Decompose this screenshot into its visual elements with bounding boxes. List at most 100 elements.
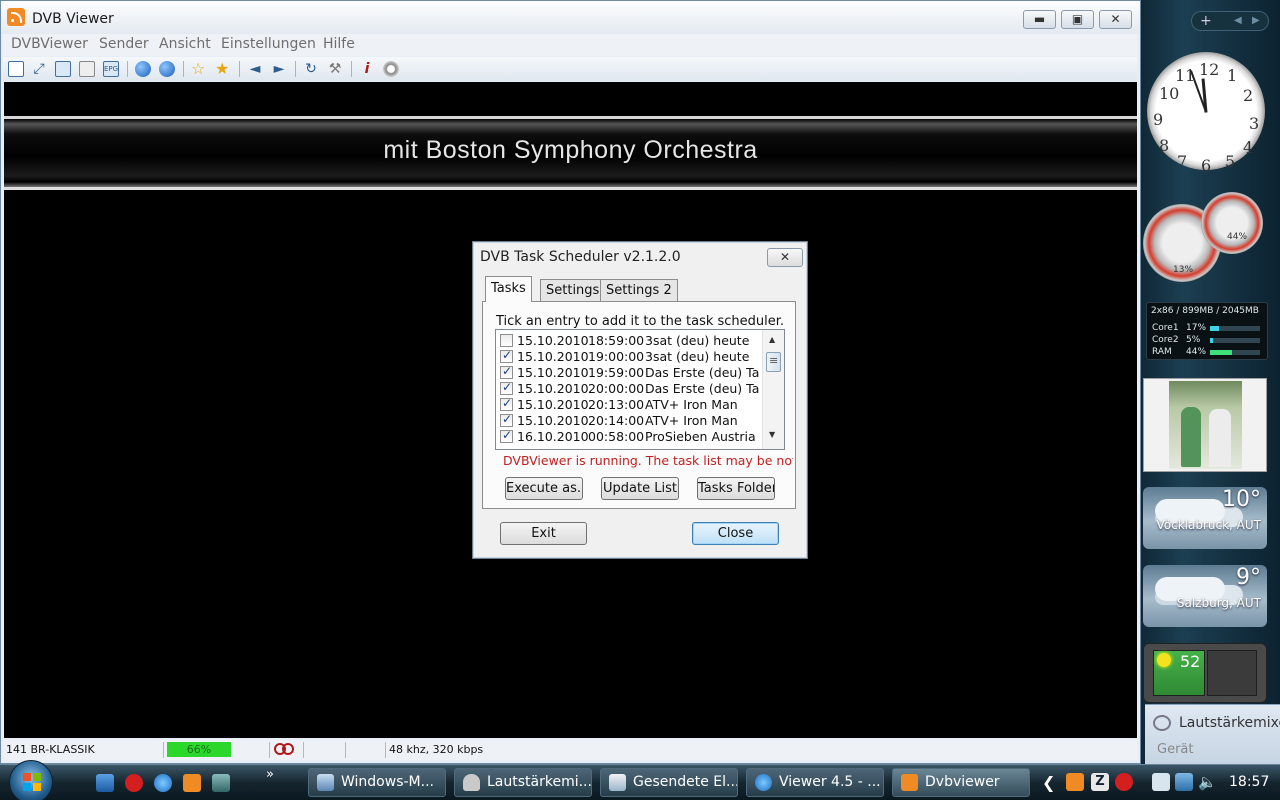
volume-mixer-label: Lautstärkemixer [1179,715,1280,731]
epg-icon[interactable]: EPG [103,61,119,77]
system-clock[interactable]: 18:57 [1229,774,1269,790]
tab-settings-2[interactable]: Settings 2 [600,279,678,301]
execute-as-button[interactable]: Execute as... [505,477,583,500]
task-checkbox[interactable] [500,348,513,363]
media-icon[interactable] [212,774,230,792]
menu-einstellungen[interactable]: Einstellungen [221,36,316,52]
slideshow-gadget[interactable] [1143,378,1267,472]
menu-dvbviewer[interactable]: DVBViewer [11,36,88,52]
meter-fill [1210,350,1232,355]
favorite-icon[interactable]: ☆ [191,61,207,77]
task-checkbox[interactable] [500,364,513,379]
cpu-gauge-value: 13% [1173,265,1194,275]
task-date: 15.10.2010 [517,349,589,364]
task-time: 18:59:00 [588,333,645,348]
dvbviewer-icon[interactable] [183,774,201,792]
meter-value: 44% [1186,347,1207,357]
volume-icon[interactable]: 🔈 [1198,773,1217,791]
ie-icon[interactable] [154,774,172,792]
previous-icon[interactable]: ◀ [1234,15,1242,26]
recorder-icon[interactable]: ↻ [303,61,319,77]
tasks-folder-button[interactable]: Tasks Folder [697,477,775,500]
antivirus-icon[interactable] [125,774,143,792]
clock-number: 7 [1177,152,1188,171]
fullscreen-icon[interactable] [8,61,24,77]
status-value: 52 [1180,652,1201,671]
task-checkbox[interactable] [500,334,513,347]
menu-sender[interactable]: Sender [99,36,149,52]
task-checkbox[interactable] [500,428,513,443]
task-checkbox[interactable] [500,412,513,427]
task-list-scrollbar[interactable]: ▲ ▼ [762,330,784,449]
tools-icon[interactable]: ⚒ [327,61,343,77]
scroll-down-icon[interactable]: ▼ [769,430,775,439]
tray-dvb-icon[interactable] [1066,773,1084,791]
toolbar-separator [183,61,184,77]
forward-icon[interactable] [159,61,175,77]
next-icon[interactable]: ▶ [1252,15,1260,26]
show-desktop-icon[interactable] [96,774,114,792]
minimize-button[interactable]: ▬ [1023,10,1056,29]
volume-up-icon[interactable]: ► [271,61,287,77]
scroll-up-icon[interactable]: ▲ [769,335,775,344]
taskbar-item-volume-mixer[interactable]: Lautstärkemi... [454,768,592,797]
title-bar[interactable]: DVB Viewer ▬ ▣ ✕ [1,1,1140,34]
add-gadget-icon[interactable]: + [1200,13,1212,29]
close-button[interactable]: ✕ [1099,10,1132,29]
toolbar-separator [127,61,128,77]
clock-number: 12 [1199,60,1220,79]
exit-button[interactable]: Exit [500,522,587,545]
tasks-panel: Tick an entry to add it to the task sche… [482,301,796,509]
sun-icon [1157,653,1171,667]
tray-antivirus-icon[interactable] [1115,773,1133,791]
osd-icon[interactable] [79,61,95,77]
taskbar-item-sent-items[interactable]: Gesendete El... [600,768,738,797]
start-button[interactable] [9,760,53,800]
close-dialog-button[interactable]: Close [692,522,779,545]
zoom-icon[interactable]: ⤢ [31,61,47,77]
task-chan: 3sat (deu) heute [645,349,750,364]
weather-gadget[interactable]: 10° Vöcklabruck, AUT [1143,487,1267,549]
tray-zip-icon[interactable]: Z [1091,773,1109,791]
taskbar-item-dvbviewer[interactable]: Dvbviewer [892,768,1030,797]
menu-hilfe[interactable]: Hilfe [323,36,355,52]
back-icon[interactable] [135,61,151,77]
task-date: 15.10.2010 [517,397,589,412]
volume-down-icon[interactable]: ◄ [247,61,263,77]
taskbar-item-label: Lautstärkemi... [487,774,592,790]
dvbviewer-app-icon [7,8,25,26]
quicklaunch-overflow-icon[interactable]: » [266,767,274,782]
favorite-add-icon[interactable]: ★ [215,61,231,77]
task-chan: Das Erste (deu) Ta [645,365,760,380]
maximize-button[interactable]: ▣ [1061,10,1094,29]
task-checkbox[interactable] [500,396,513,411]
status-gadget[interactable]: 52 [1143,643,1267,703]
clock-number: 3 [1249,114,1260,133]
tab-tasks[interactable]: Tasks [485,276,532,302]
desktop-icon[interactable] [55,61,71,77]
tray-safely-remove-icon[interactable] [1152,773,1170,791]
update-list-button[interactable]: Update List [601,477,679,500]
network-icon[interactable] [1175,773,1193,791]
taskbar-item-viewer[interactable]: Viewer 4.5 - ... [746,768,884,797]
volume-mixer-popup[interactable]: Lautstärkemixer Gerät [1145,704,1280,764]
device-label: Gerät [1157,742,1194,757]
taskbar-item-windows-media[interactable]: Windows-M... [308,768,446,797]
status-bar: 141 BR-KLASSIK 66% 48 khz, 320 kbps [3,740,1137,760]
dialog-close-button[interactable]: ✕ [767,248,803,267]
meter-label: RAM [1152,347,1172,357]
task-list[interactable]: 15.10.201018:59:003sat (deu) heute15.10.… [495,329,785,450]
weather-gadget[interactable]: 9° Salzburg, AUT [1143,565,1267,627]
task-checkbox[interactable] [500,380,513,395]
meter-fill [1210,326,1219,331]
tray-expand-icon[interactable]: ❮ [1042,773,1055,792]
record-icon[interactable] [383,61,399,77]
tab-settings[interactable]: Settings [540,279,606,301]
scroll-thumb[interactable] [766,352,781,372]
menu-ansicht[interactable]: Ansicht [159,36,211,52]
task-chan: 3sat (deu) heute [645,333,750,348]
task-time: 19:00:00 [588,349,645,364]
meter-header: 2x86 / 899MB / 2045MB [1151,306,1259,316]
task-chan: Das Erste (deu) Ta [645,381,760,396]
info-icon[interactable]: i [359,61,375,77]
